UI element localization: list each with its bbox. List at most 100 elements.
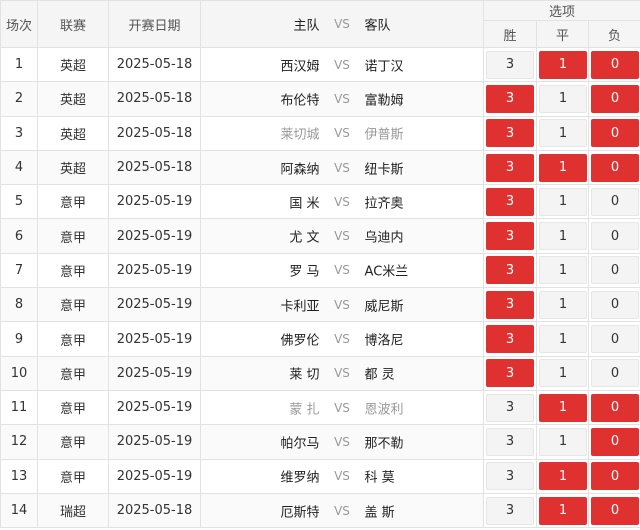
table-row: 3 英超 2025-05-18 莱切城 VS 伊普斯 3 1 0 [0, 115, 640, 151]
option-win-button[interactable]: 3 [486, 393, 534, 422]
option-draw-button[interactable]: 1 [539, 84, 587, 113]
home-team: 布伦特 [280, 93, 320, 109]
away-team: 威尼斯 [364, 299, 404, 315]
option-win-button[interactable]: 3 [486, 187, 534, 216]
option-lose-button[interactable]: 0 [591, 256, 639, 285]
league-name: 英超 [37, 46, 109, 83]
header-lose: 负 [587, 20, 640, 48]
header-vs: VS [334, 17, 350, 31]
option-lose-button[interactable]: 0 [591, 84, 639, 113]
away-team: 都 灵 [364, 367, 395, 383]
vs-label: VS [334, 229, 350, 244]
option-draw-button[interactable]: 1 [539, 496, 587, 525]
option-draw-button[interactable]: 1 [539, 393, 587, 422]
round-number: 7 [0, 252, 38, 289]
round-number: 6 [0, 218, 38, 254]
away-team: 富勒姆 [364, 93, 404, 109]
table-row: 9 意甲 2025-05-19 佛罗伦 VS 博洛尼 3 1 0 [0, 321, 640, 357]
header-home: 主队 [293, 18, 320, 34]
vs-label: VS [334, 194, 350, 209]
league-name: 意甲 [37, 184, 109, 220]
match-teams: 罗 马 VS AC米兰 [200, 252, 484, 289]
header-league: 联赛 [37, 0, 109, 48]
round-number: 11 [0, 389, 38, 426]
option-lose-button[interactable]: 0 [591, 462, 639, 491]
match-teams: 阿森纳 VS 纽卡斯 [200, 149, 484, 186]
option-draw-button[interactable]: 1 [539, 290, 587, 319]
league-name: 瑞超 [37, 492, 109, 529]
option-lose-button[interactable]: 0 [591, 496, 639, 525]
option-win-button[interactable]: 3 [486, 119, 534, 148]
table-row: 5 意甲 2025-05-19 国 米 VS 拉齐奥 3 1 0 [0, 184, 640, 220]
vs-label: VS [334, 400, 350, 415]
option-win-button[interactable]: 3 [486, 256, 534, 285]
option-draw-button[interactable]: 1 [539, 187, 587, 216]
round-number: 3 [0, 115, 38, 151]
option-draw-button[interactable]: 1 [539, 222, 587, 251]
match-teams: 西汉姆 VS 诺丁汉 [200, 46, 484, 83]
match-date: 2025-05-18 [108, 149, 201, 186]
away-team: 拉齐奥 [364, 196, 404, 212]
match-teams: 国 米 VS 拉齐奥 [200, 184, 484, 220]
league-name: 意甲 [37, 389, 109, 426]
league-name: 意甲 [37, 218, 109, 254]
option-draw-button[interactable]: 1 [539, 119, 587, 148]
option-win-button[interactable]: 3 [486, 222, 534, 251]
table-row: 4 英超 2025-05-18 阿森纳 VS 纽卡斯 3 1 0 [0, 149, 640, 186]
option-lose-button[interactable]: 0 [591, 187, 639, 216]
option-win-button[interactable]: 3 [486, 153, 534, 182]
option-lose-button[interactable]: 0 [591, 119, 639, 148]
option-lose-button[interactable]: 0 [591, 325, 639, 354]
option-draw-button[interactable]: 1 [539, 153, 587, 182]
option-lose-button[interactable]: 0 [591, 290, 639, 319]
option-win-button[interactable]: 3 [486, 359, 534, 388]
league-name: 意甲 [37, 252, 109, 289]
table-row: 10 意甲 2025-05-19 莱 切 VS 都 灵310 [0, 355, 640, 391]
vs-label: VS [334, 332, 350, 347]
option-lose-button[interactable]: 0 [591, 427, 639, 456]
option-draw-button[interactable]: 1 [539, 359, 587, 388]
round-number: 1 [0, 46, 38, 83]
vs-label: VS [334, 469, 350, 484]
home-team: 西汉姆 [280, 59, 320, 75]
home-team: 卡利亚 [280, 299, 320, 315]
round-number: 12 [0, 424, 38, 460]
option-win-button[interactable]: 3 [486, 325, 534, 354]
vs-label: VS [334, 503, 350, 518]
option-draw-button[interactable]: 1 [539, 325, 587, 354]
away-team: 那不勒 [364, 436, 404, 452]
option-win-button[interactable]: 3 [486, 84, 534, 113]
away-team: 科 莫 [364, 470, 395, 486]
round-number: 5 [0, 184, 38, 220]
round-number: 14 [0, 492, 38, 529]
match-teams: 尤 文 VS 乌迪内 [200, 218, 484, 254]
away-team: 乌迪内 [364, 230, 404, 246]
option-lose-button[interactable]: 0 [591, 359, 639, 388]
option-win-button[interactable]: 3 [486, 290, 534, 319]
option-draw-button[interactable]: 1 [539, 462, 587, 491]
match-date: 2025-05-19 [108, 218, 201, 254]
option-win-button[interactable]: 3 [486, 50, 534, 79]
table-row: 13 意甲 2025-05-19 维罗纳 VS 科 莫 310 [0, 458, 640, 494]
match-date: 2025-05-19 [108, 321, 201, 357]
header-round: 场次 [0, 0, 38, 48]
match-teams: 帕尔马 VS 那不勒 [200, 424, 484, 460]
home-team: 罗 马 [289, 264, 320, 280]
option-draw-button[interactable]: 1 [539, 256, 587, 285]
option-draw-button[interactable]: 1 [539, 427, 587, 456]
option-lose-button[interactable]: 0 [591, 50, 639, 79]
option-win-button[interactable]: 3 [486, 496, 534, 525]
option-win-button[interactable]: 3 [486, 427, 534, 456]
option-lose-button[interactable]: 0 [591, 222, 639, 251]
match-teams: 佛罗伦 VS 博洛尼 [200, 321, 484, 357]
option-lose-button[interactable]: 0 [591, 393, 639, 422]
league-name: 英超 [37, 149, 109, 186]
option-draw-button[interactable]: 1 [539, 50, 587, 79]
away-team: 伊普斯 [364, 127, 404, 143]
header-match: 主队 VS 客队 [200, 0, 484, 48]
option-win-button[interactable]: 3 [486, 462, 534, 491]
round-number: 10 [0, 355, 38, 391]
vs-label: VS [334, 434, 350, 449]
match-teams: 卡利亚 VS 威尼斯 [200, 287, 484, 323]
option-lose-button[interactable]: 0 [591, 153, 639, 182]
